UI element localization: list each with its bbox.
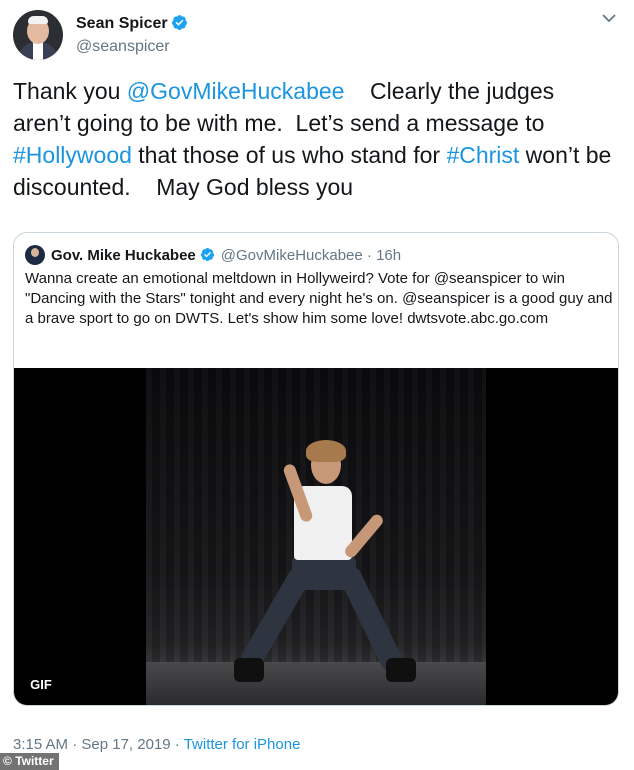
author-handle[interactable]: @seanspicer	[76, 38, 188, 56]
quoted-tweet[interactable]: Gov. Mike Huckabee @GovMikeHuckabee · 16h…	[13, 232, 619, 706]
dancer-boot	[386, 658, 416, 682]
tweet-text-segment: Thank you	[13, 78, 127, 104]
quoted-author-handle[interactable]: @GovMikeHuckabee	[221, 247, 363, 264]
footer-separator: ·	[68, 736, 82, 753]
author-avatar[interactable]	[13, 10, 63, 60]
tweet-date[interactable]: Sep 17, 2019	[81, 736, 170, 753]
hashtag-link[interactable]: #Hollywood	[13, 142, 132, 168]
tweet-text: Thank you @GovMikeHuckabee Clearly the j…	[13, 75, 613, 203]
twitter-watermark: © Twitter	[0, 753, 59, 770]
author-name-block: Sean Spicer @seanspicer	[76, 14, 188, 56]
gif-badge: GIF	[24, 674, 58, 696]
footer-separator: ·	[170, 736, 184, 753]
dancer-boot	[234, 658, 264, 682]
tweet-footer: 3:15 AM · Sep 17, 2019 · Twitter for iPh…	[13, 736, 300, 753]
chevron-down-icon[interactable]	[601, 12, 617, 24]
quoted-timestamp[interactable]: 16h	[376, 247, 401, 264]
quoted-media-gif[interactable]: GIF	[14, 368, 618, 705]
watermark-prefix: ©	[3, 754, 16, 768]
hashtag-link[interactable]: #Christ	[446, 142, 519, 168]
verified-badge-icon	[200, 247, 214, 262]
avatar-hair	[28, 16, 48, 24]
watermark-text: Twitter	[15, 754, 54, 768]
tweet-header: Sean Spicer @seanspicer	[13, 10, 621, 62]
quoted-tweet-text: Wanna create an emotional meltdown in Ho…	[25, 270, 613, 327]
dancer-hair	[306, 440, 346, 462]
verified-badge-icon	[171, 15, 187, 30]
avatar-shirt	[33, 42, 43, 60]
gif-frame	[146, 368, 486, 705]
author-display-name[interactable]: Sean Spicer	[76, 15, 168, 33]
tweet-time[interactable]: 3:15 AM	[13, 736, 68, 753]
stage-floor	[146, 662, 486, 705]
mention-link[interactable]: @GovMikeHuckabee	[127, 78, 345, 104]
tweet-text-segment: that those of us who stand for	[131, 142, 447, 168]
quoted-author-name[interactable]: Gov. Mike Huckabee	[51, 247, 196, 264]
quoted-author-avatar[interactable]	[25, 245, 45, 265]
quoted-separator: ·	[366, 247, 372, 264]
tweet-source-link[interactable]: Twitter for iPhone	[184, 736, 301, 753]
quoted-tweet-header: Gov. Mike Huckabee @GovMikeHuckabee · 16h	[25, 245, 401, 265]
